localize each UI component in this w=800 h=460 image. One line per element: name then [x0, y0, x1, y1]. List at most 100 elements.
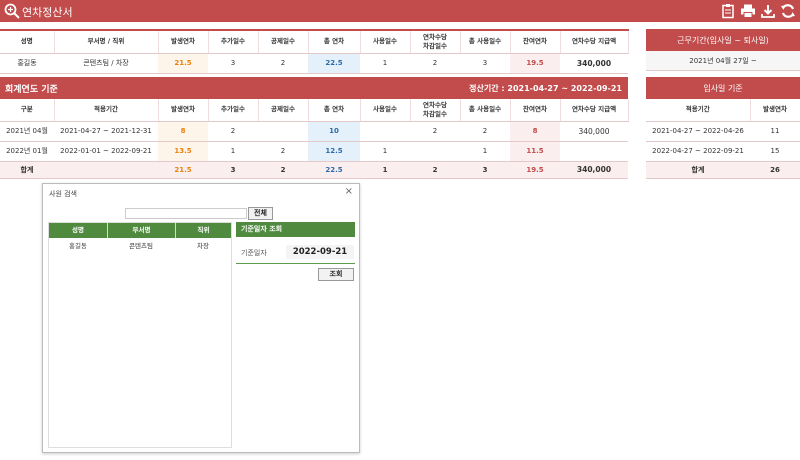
- grid-cell-position: 차장: [197, 242, 209, 250]
- cell-period: 2021-04-27 ~ 2022-04-26: [646, 121, 750, 142]
- col-category: 구분: [0, 99, 55, 122]
- cell-added: 2: [208, 121, 258, 142]
- work-period-value: 2021년 04월 27일 ~: [646, 51, 800, 71]
- grid-col-name: 성명: [72, 226, 84, 234]
- cell-accrued: 26: [750, 161, 800, 179]
- grid-col-dept: 부서명: [107, 223, 175, 238]
- cell-period: 2022-01-01 ~ 2022-09-21: [54, 141, 158, 162]
- lookup-button[interactable]: 조회: [318, 268, 354, 281]
- cell-total-label: 합계: [646, 161, 750, 179]
- cell-used: [360, 121, 410, 142]
- col-accrued: 발생연차: [158, 99, 209, 122]
- cell-accrued: 21.5: [158, 161, 208, 179]
- cell-remaining: 8: [510, 121, 560, 142]
- col-added: 추가일수: [208, 30, 259, 54]
- cell-period: [54, 161, 158, 179]
- cell-deducted: 2: [258, 141, 308, 162]
- cell-used: 1: [360, 53, 410, 74]
- print-icon[interactable]: [740, 3, 756, 19]
- cell-deducted: 2: [258, 53, 308, 74]
- col-remaining: 잔여연차: [510, 99, 561, 122]
- cell-total-used: 2: [460, 121, 510, 142]
- col-period: 적용기간: [54, 99, 159, 122]
- col-dept-position: 부서명 / 직위: [54, 30, 159, 54]
- cell-allowance-deduct: 2: [410, 53, 460, 74]
- close-icon[interactable]: ×: [345, 186, 353, 197]
- hire-based-title: 입사일 기준: [703, 84, 743, 93]
- refresh-icon[interactable]: [780, 3, 796, 19]
- fiscal-year-title: 회계연도 기준: [5, 85, 58, 95]
- cell-accrued: 13.5: [158, 141, 208, 162]
- grid-header: 성명 부서명 직위: [49, 223, 231, 238]
- cell-allowance-pay: 340,000: [560, 121, 628, 142]
- grid-col-position: 직위: [175, 223, 231, 238]
- col-accrued: 발생연차: [750, 99, 800, 122]
- date-label: 기준일자: [241, 249, 267, 257]
- cell-deducted: [258, 121, 308, 142]
- cell-allowance-deduct: 2: [410, 161, 460, 179]
- cell-remaining: 19.5: [510, 53, 560, 74]
- cell-period: 2022-04-27 ~ 2022-09-21: [646, 141, 750, 162]
- cell-category: 2022년 01월: [0, 141, 54, 162]
- col-total: 총 연차: [308, 99, 361, 122]
- search-input[interactable]: [125, 208, 247, 219]
- cell-deducted: 2: [258, 161, 308, 179]
- total-row: 합계 21.5 3 2 22.5 1 2 3 19.5 340,000: [0, 161, 628, 179]
- work-period-header: 근무기간(입사일 ~ 퇴사일): [646, 29, 800, 51]
- col-used: 사용일수: [360, 99, 411, 122]
- table-row: 2022년 01월 2022-01-01 ~ 2022-09-21 13.5 1…: [0, 141, 628, 162]
- cell-added: 3: [208, 161, 258, 179]
- grid-row[interactable]: 홍길동 콘텐츠팀 차장: [49, 240, 231, 250]
- cell-added: 3: [208, 53, 258, 74]
- col-deducted: 공제일수: [258, 99, 309, 122]
- cell-total-used: 1: [460, 141, 510, 162]
- col-added: 추가일수: [208, 99, 259, 122]
- cell-used: 1: [360, 141, 410, 162]
- col-name: 성명: [0, 30, 55, 54]
- top-bar: 연차정산서: [0, 0, 800, 22]
- col-total-used: 총 사용일수: [460, 99, 511, 122]
- col-allowance-deduct: 연차수당 차감일수: [410, 99, 461, 122]
- col-allowance-pay: 연차수당 지급액: [560, 99, 629, 122]
- col-allowance-pay: 연차수당 지급액: [560, 30, 629, 54]
- fiscal-year-header: 회계연도 기준 정산기간 : 2021-04-27 ~ 2022-09-21: [0, 77, 628, 99]
- cell-accrued: 11: [750, 121, 800, 142]
- toolbar: [720, 3, 796, 19]
- cell-allowance-deduct: 2: [410, 121, 460, 142]
- col-deducted: 공제일수: [258, 30, 309, 54]
- col-remaining: 잔여연차: [510, 30, 561, 54]
- cell-allowance-pay: 340,000: [560, 53, 628, 74]
- col-accrued: 발생연차: [158, 30, 209, 54]
- cell-total-label: 합계: [0, 161, 54, 179]
- hire-based-table: 적용기간 발생연차 2021-04-27 ~ 2022-04-26 11 202…: [646, 99, 800, 179]
- settlement-period: 정산기간 : 2021-04-27 ~ 2022-09-21: [469, 84, 622, 93]
- employee-search-dialog: 사원 검색 × 전체 성명 부서명 직위 홍길동 콘텐츠팀 차장 기준일자 조회…: [42, 183, 360, 453]
- cell-allowance-deduct: [410, 141, 460, 162]
- cell-total: 10: [308, 121, 360, 142]
- date-panel-title: 기준일자 조회: [236, 222, 355, 237]
- date-lookup-panel: 기준일자 조회 기준일자 2022-09-21 조회: [236, 222, 355, 448]
- search-icon[interactable]: [3, 2, 21, 20]
- all-button[interactable]: 전체: [248, 207, 273, 220]
- table-row: 홍길동 콘텐츠팀 / 차장 21.5 3 2 22.5 1 2 3 19.5 3…: [0, 53, 628, 74]
- col-period: 적용기간: [646, 99, 751, 122]
- download-icon[interactable]: [760, 3, 776, 19]
- cell-category: 2021년 04월: [0, 121, 54, 142]
- cell-period: 2021-04-27 ~ 2021-12-31: [54, 121, 158, 142]
- grid-cell-name: 홍길동: [69, 242, 87, 250]
- date-field[interactable]: 2022-09-21: [286, 245, 354, 259]
- col-used: 사용일수: [360, 30, 411, 54]
- cell-dept-position: 콘텐츠팀 / 차장: [54, 53, 158, 74]
- col-total: 총 연차: [308, 30, 361, 54]
- cell-added: 1: [208, 141, 258, 162]
- cell-accrued: 8: [158, 121, 208, 142]
- employee-summary-table: 성명 부서명 / 직위 발생연차 추가일수 공제일수 총 연차 사용일수 연차수…: [0, 29, 629, 74]
- employee-grid: 성명 부서명 직위 홍길동 콘텐츠팀 차장: [48, 222, 232, 448]
- cell-total: 22.5: [308, 53, 360, 74]
- cell-accrued: 15: [750, 141, 800, 162]
- table-row: 2022-04-27 ~ 2022-09-21 15: [646, 141, 800, 162]
- hire-based-header: 입사일 기준: [646, 77, 800, 99]
- cell-allowance-pay: 340,000: [560, 161, 628, 179]
- cell-total: 22.5: [308, 161, 360, 179]
- clipboard-icon[interactable]: [720, 3, 736, 19]
